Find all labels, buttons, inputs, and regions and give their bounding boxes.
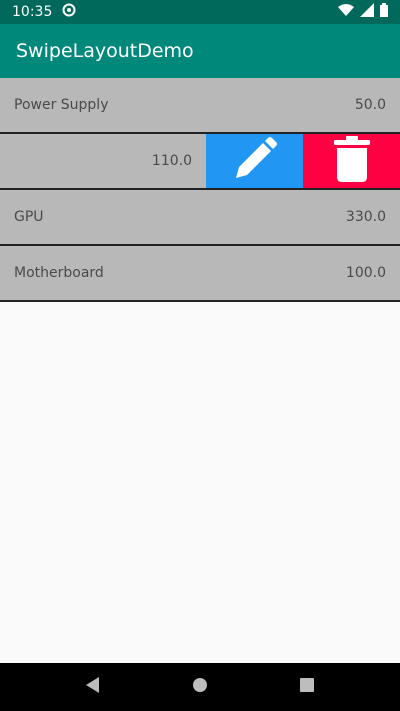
list-item[interactable]: GPU 330.0 [0, 190, 400, 246]
list-item-swiped[interactable]: 110.0 [0, 134, 400, 190]
sync-icon [62, 3, 76, 21]
app-bar: SwipeLayoutDemo [0, 24, 400, 78]
list-item[interactable]: Motherboard 100.0 [0, 246, 400, 302]
navigation-bar [0, 663, 400, 711]
item-list: Power Supply 50.0 110.0 GPU 330.0 Mother… [0, 78, 400, 302]
back-icon [85, 677, 101, 697]
home-icon [192, 677, 208, 697]
recents-button[interactable] [287, 667, 327, 707]
item-price: 110.0 [151, 153, 192, 169]
status-bar: 10:35 [0, 0, 400, 24]
status-time: 10:35 [12, 4, 53, 20]
item-price: 100.0 [345, 265, 386, 281]
item-name: Power Supply [14, 97, 109, 113]
edit-button[interactable] [206, 134, 303, 188]
wifi-icon [338, 3, 354, 21]
app-title: SwipeLayoutDemo [16, 40, 194, 62]
trash-icon [333, 136, 370, 186]
signal-icon [360, 3, 374, 21]
swipe-actions [206, 134, 400, 188]
item-name: Motherboard [14, 265, 104, 281]
delete-button[interactable] [303, 134, 400, 188]
home-button[interactable] [180, 667, 220, 707]
item-price: 50.0 [354, 97, 386, 113]
recents-icon [299, 677, 315, 697]
back-button[interactable] [73, 667, 113, 707]
battery-icon [380, 3, 388, 21]
item-name: GPU [14, 209, 44, 225]
edit-pencil-icon [232, 136, 278, 186]
item-price: 330.0 [345, 209, 386, 225]
list-item[interactable]: Power Supply 50.0 [0, 78, 400, 134]
